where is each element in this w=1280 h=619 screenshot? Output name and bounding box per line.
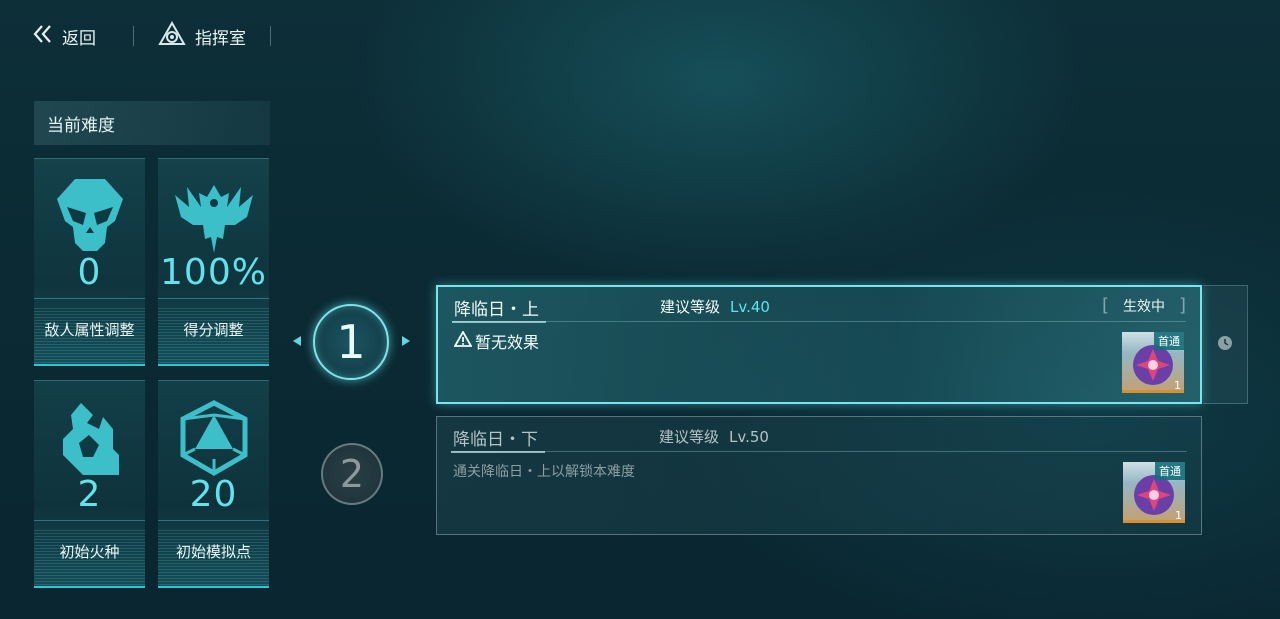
stage-2-title: 降临日・下 bbox=[453, 430, 538, 450]
initial-fire-value: 2 bbox=[77, 474, 102, 515]
recommended-level-value: Lv.50 bbox=[729, 428, 769, 446]
command-room-icon bbox=[158, 20, 186, 51]
stat-card-score-adjustment: 100% 得分调整 bbox=[158, 158, 269, 366]
unlock-requirement: 通关降临日・上以解锁本难度 bbox=[453, 464, 635, 480]
current-difficulty-header: 当前难度 bbox=[34, 101, 270, 145]
current-difficulty-title: 当前难度 bbox=[47, 115, 115, 136]
back-label: 返回 bbox=[62, 28, 96, 49]
stat-card-enemy-attributes: 0 敌人属性调整 bbox=[34, 158, 145, 366]
warning-icon bbox=[453, 330, 473, 351]
first-clear-tag: 首通 bbox=[1154, 332, 1184, 350]
stage-card-1[interactable]: 降临日・上 建议等级 Lv.40 [ 生效中 ] 暂无效果 首通 1 bbox=[436, 285, 1202, 404]
eagle-emblem-icon bbox=[158, 177, 269, 261]
score-adjustment-label: 得分调整 bbox=[183, 321, 244, 339]
level-1-button[interactable]: 1 bbox=[313, 304, 389, 380]
skull-icon bbox=[34, 177, 145, 257]
stage-card-2[interactable]: 降临日・下 建议等级 Lv.50 通关降临日・上以解锁本难度 首通 1 bbox=[436, 416, 1202, 535]
first-clear-tag: 首通 bbox=[1155, 462, 1185, 480]
stage-1-title: 降临日・上 bbox=[454, 300, 539, 320]
previous-level-arrow[interactable] bbox=[293, 336, 301, 346]
initial-sim-points-value: 20 bbox=[189, 474, 238, 515]
enemy-attributes-value: 0 bbox=[77, 252, 102, 293]
reward-item[interactable]: 首通 1 bbox=[1123, 462, 1185, 523]
recommended-level-label: 建议等级 bbox=[659, 428, 720, 446]
flame-icon bbox=[34, 399, 145, 481]
level-1-number: 1 bbox=[336, 315, 366, 369]
next-level-arrow[interactable] bbox=[402, 336, 410, 346]
effect-text: 暂无效果 bbox=[475, 333, 540, 352]
initial-sim-points-label: 初始模拟点 bbox=[175, 543, 251, 561]
d20-dice-icon bbox=[158, 399, 269, 483]
recommended-level-value: Lv.40 bbox=[730, 298, 770, 316]
stage-2-recommended: 建议等级 Lv.50 bbox=[659, 426, 769, 447]
command-room-label: 指挥室 bbox=[195, 28, 246, 49]
initial-fire-label: 初始火种 bbox=[59, 543, 120, 561]
back-button[interactable]: 返回 bbox=[32, 22, 96, 50]
recommended-level-label: 建议等级 bbox=[660, 298, 721, 316]
level-2-number: 2 bbox=[339, 452, 365, 496]
stage-1-recommended: 建议等级 Lv.40 bbox=[660, 296, 770, 317]
nav-divider bbox=[133, 26, 134, 46]
status-badge: [ 生效中 ] bbox=[1101, 295, 1186, 316]
reward-item[interactable]: 首通 1 bbox=[1122, 332, 1184, 393]
status-label: 生效中 bbox=[1122, 298, 1165, 315]
score-adjustment-value: 100% bbox=[160, 252, 267, 293]
clock-icon bbox=[1217, 335, 1233, 355]
level-2-button[interactable]: 2 bbox=[321, 443, 383, 505]
stage-1-effect: 暂无效果 bbox=[453, 329, 540, 353]
stat-card-initial-sim-points: 20 初始模拟点 bbox=[158, 380, 269, 588]
stat-card-initial-fire: 2 初始火种 bbox=[34, 380, 145, 588]
enemy-attributes-label: 敌人属性调整 bbox=[44, 321, 135, 339]
double-chevron-left-icon bbox=[32, 24, 54, 48]
command-room-button[interactable]: 指挥室 bbox=[158, 20, 246, 51]
timer-side-tab[interactable] bbox=[1203, 285, 1248, 404]
nav-divider bbox=[270, 26, 271, 46]
